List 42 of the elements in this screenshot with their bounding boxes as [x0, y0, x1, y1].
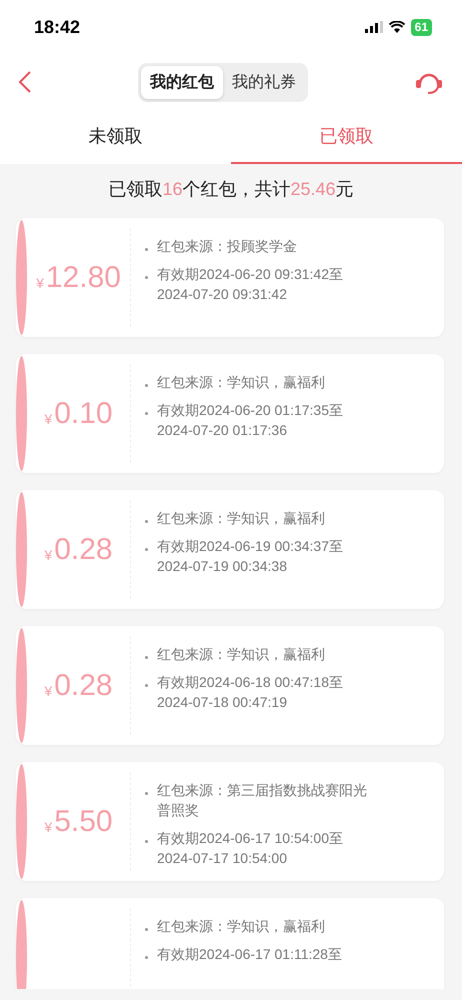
- source-text: 红包来源：学知识，赢福利: [157, 645, 325, 664]
- validity-text: 有效期2024-06-20 09:31:42至 2024-07-20 09:31:42: [157, 265, 343, 304]
- source-text: 红包来源：学知识，赢福利: [157, 917, 325, 936]
- status-time: 18:42: [34, 16, 80, 38]
- packet-amount: 0.28: [54, 532, 113, 566]
- validity-text: 有效期2024-06-17 01:11:28至: [157, 945, 342, 964]
- bullet-icon: [145, 656, 148, 659]
- bullet-icon: [145, 928, 148, 931]
- source-text: 红包来源：第三届指数挑战赛阳光普照奖: [157, 781, 368, 820]
- bullet-icon: [145, 684, 148, 687]
- bullet-icon: [145, 840, 148, 843]
- bullet-icon: [145, 548, 148, 551]
- currency-symbol: ¥: [44, 818, 52, 834]
- currency-symbol: ¥: [44, 410, 52, 426]
- segment-tab[interactable]: 我的红包: [141, 66, 223, 98]
- segment-tab[interactable]: 我的礼券: [223, 66, 305, 98]
- bullet-icon: [145, 384, 148, 387]
- validity-text: 有效期2024-06-18 00:47:18至 2024-07-18 00:47:19: [157, 673, 343, 712]
- bullet-icon: [145, 412, 148, 415]
- validity-text: 有效期2024-06-19 00:34:37至 2024-07-19 00:34:38: [157, 537, 343, 576]
- signal-icon: [364, 21, 383, 33]
- summary-text: 已领取16个红包，共计25.46元: [108, 178, 354, 201]
- bullet-icon: [145, 956, 148, 959]
- bullet-icon: [145, 276, 148, 279]
- currency-symbol: ¥: [36, 274, 44, 290]
- currency-symbol: ¥: [44, 546, 52, 562]
- bullet-icon: [145, 520, 148, 523]
- source-text: 红包来源：学知识，赢福利: [157, 373, 325, 392]
- packet-amount: 0.10: [54, 396, 113, 430]
- battery-level: 61: [410, 18, 432, 36]
- wifi-icon: [388, 21, 405, 33]
- packet-amount: 12.80: [46, 260, 121, 294]
- currency-symbol: ¥: [44, 682, 52, 698]
- packet-amount: 5.50: [54, 804, 113, 838]
- packet-amount: 0.28: [54, 668, 113, 702]
- back-icon[interactable]: [18, 70, 32, 94]
- validity-text: 有效期2024-06-17 10:54:00至 2024-07-17 10:54:00: [157, 829, 343, 868]
- validity-text: 有效期2024-06-20 01:17:35至 2024-07-20 01:17:36: [157, 401, 343, 440]
- source-text: 红包来源：学知识，赢福利: [157, 509, 325, 528]
- source-text: 红包来源：投顾奖学金: [157, 237, 297, 256]
- bullet-icon: [145, 248, 148, 251]
- bullet-icon: [145, 792, 148, 795]
